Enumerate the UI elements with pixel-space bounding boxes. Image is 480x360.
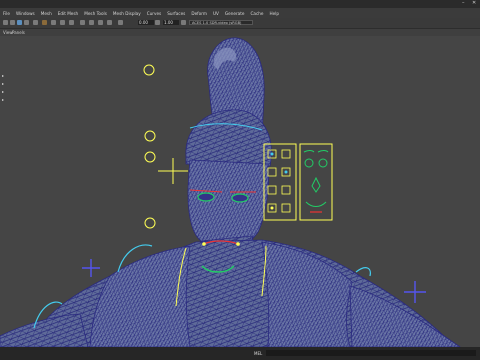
viewport-toolbar: 0.00 1.00 ACES 1.0 SDR-video (sRGB): [0, 18, 480, 29]
rig-crosshair-control[interactable]: [158, 158, 188, 184]
gui-slider-b[interactable]: [281, 149, 291, 159]
isolate-icon[interactable]: [69, 20, 74, 25]
colorspace-icon: [181, 20, 186, 25]
left-shoulder-pad: [89, 245, 191, 347]
rig-control-circle[interactable]: [144, 130, 156, 142]
mel-command-input[interactable]: [266, 350, 476, 356]
exposure-field[interactable]: 0.00: [138, 20, 154, 25]
main-menu-bar: File Windows Mesh Edit Mesh Mesh Tools M…: [0, 8, 480, 18]
menu-generate[interactable]: Generate: [222, 11, 248, 16]
gui-knob[interactable]: [284, 170, 288, 174]
menu-mesh-display[interactable]: Mesh Display: [110, 11, 144, 16]
lip-control-right: [236, 242, 240, 246]
viewport-scene[interactable]: [0, 36, 480, 347]
mel-label: MEL: [254, 351, 263, 356]
right-arm-cape: [349, 285, 461, 347]
menu-cache[interactable]: Cache: [247, 11, 266, 16]
gui-knob[interactable]: [270, 206, 274, 210]
minimize-icon[interactable]: –: [462, 0, 465, 6]
close-icon[interactable]: ✕: [472, 0, 476, 6]
menu-file[interactable]: File: [0, 11, 13, 16]
menu-curves[interactable]: Curves: [144, 11, 165, 16]
toolbar-icon-c[interactable]: [98, 20, 103, 25]
arrow-icon[interactable]: ▸: [2, 82, 6, 86]
wireframe-icon[interactable]: [60, 20, 65, 25]
rig-crosshair-control[interactable]: [82, 259, 100, 277]
lip-control-left: [202, 242, 206, 246]
menu-mesh[interactable]: Mesh: [38, 11, 55, 16]
menu-edit-mesh[interactable]: Edit Mesh: [55, 11, 81, 16]
menu-windows[interactable]: Windows: [13, 11, 38, 16]
menu-deform[interactable]: Deform: [188, 11, 210, 16]
gui-knob[interactable]: [270, 152, 274, 156]
menu-uv[interactable]: UV: [210, 11, 222, 16]
facial-gui-panel-right[interactable]: [299, 143, 333, 221]
command-line-bar: MEL: [0, 347, 480, 360]
rig-control-circle[interactable]: [144, 217, 156, 229]
arrow-icon[interactable]: ▸: [2, 98, 6, 102]
gui-brows[interactable]: [303, 150, 329, 153]
gui-mouth[interactable]: [305, 201, 327, 207]
gui-slider-h[interactable]: [281, 203, 291, 213]
rotate-icon[interactable]: [17, 20, 22, 25]
head-face: [187, 159, 269, 251]
scale-icon[interactable]: [24, 20, 29, 25]
gui-slider-f[interactable]: [281, 185, 291, 195]
panel-menu-panels[interactable]: Panels: [12, 29, 25, 36]
viewport-side-icons: ▸ ▸ ▸ ▸: [0, 72, 9, 122]
snap-grid-icon[interactable]: [33, 20, 38, 25]
gui-nose[interactable]: [311, 176, 321, 193]
arrow-icon[interactable]: ▸: [2, 90, 6, 94]
rig-control-circle[interactable]: [144, 151, 156, 163]
toolbar-icon-b[interactable]: [89, 20, 94, 25]
menu-help[interactable]: Help: [266, 11, 282, 16]
toolbar-icon-d[interactable]: [107, 20, 112, 25]
color-space-dropdown[interactable]: ACES 1.0 SDR-video (sRGB): [189, 20, 253, 25]
gui-eye-left[interactable]: [304, 158, 314, 168]
menu-surfaces[interactable]: Surfaces: [164, 11, 188, 16]
gamma-icon: [155, 20, 160, 25]
lighting-icon[interactable]: [51, 20, 56, 25]
maya-application: – ✕ File Windows Mesh Edit Mesh Mesh Too…: [0, 0, 480, 360]
panel-menu-bar: View Panels: [0, 29, 480, 36]
move-icon[interactable]: [10, 20, 15, 25]
gamma-field[interactable]: 1.00: [163, 20, 179, 25]
rig-control-circle[interactable]: [143, 64, 155, 76]
toolbar-icon-a[interactable]: [80, 20, 85, 25]
title-bar: – ✕: [0, 0, 480, 8]
3d-viewport[interactable]: ▸ ▸ ▸ ▸: [0, 36, 480, 347]
left-eye: [197, 192, 215, 202]
left-arm: [0, 313, 89, 347]
gui-slider-c[interactable]: [267, 167, 277, 177]
menu-mesh-tools[interactable]: Mesh Tools: [81, 11, 110, 16]
camera-icon[interactable]: [42, 20, 47, 25]
right-shoulder-pad: [261, 241, 353, 347]
right-eye: [231, 193, 249, 203]
rig-crosshair-control[interactable]: [404, 281, 426, 303]
toolbar-icon-e[interactable]: [118, 20, 123, 25]
selection-icon[interactable]: [3, 20, 8, 25]
gui-slider-e[interactable]: [267, 185, 277, 195]
arrow-icon[interactable]: ▸: [2, 74, 6, 78]
gui-eye-right[interactable]: [318, 158, 328, 168]
